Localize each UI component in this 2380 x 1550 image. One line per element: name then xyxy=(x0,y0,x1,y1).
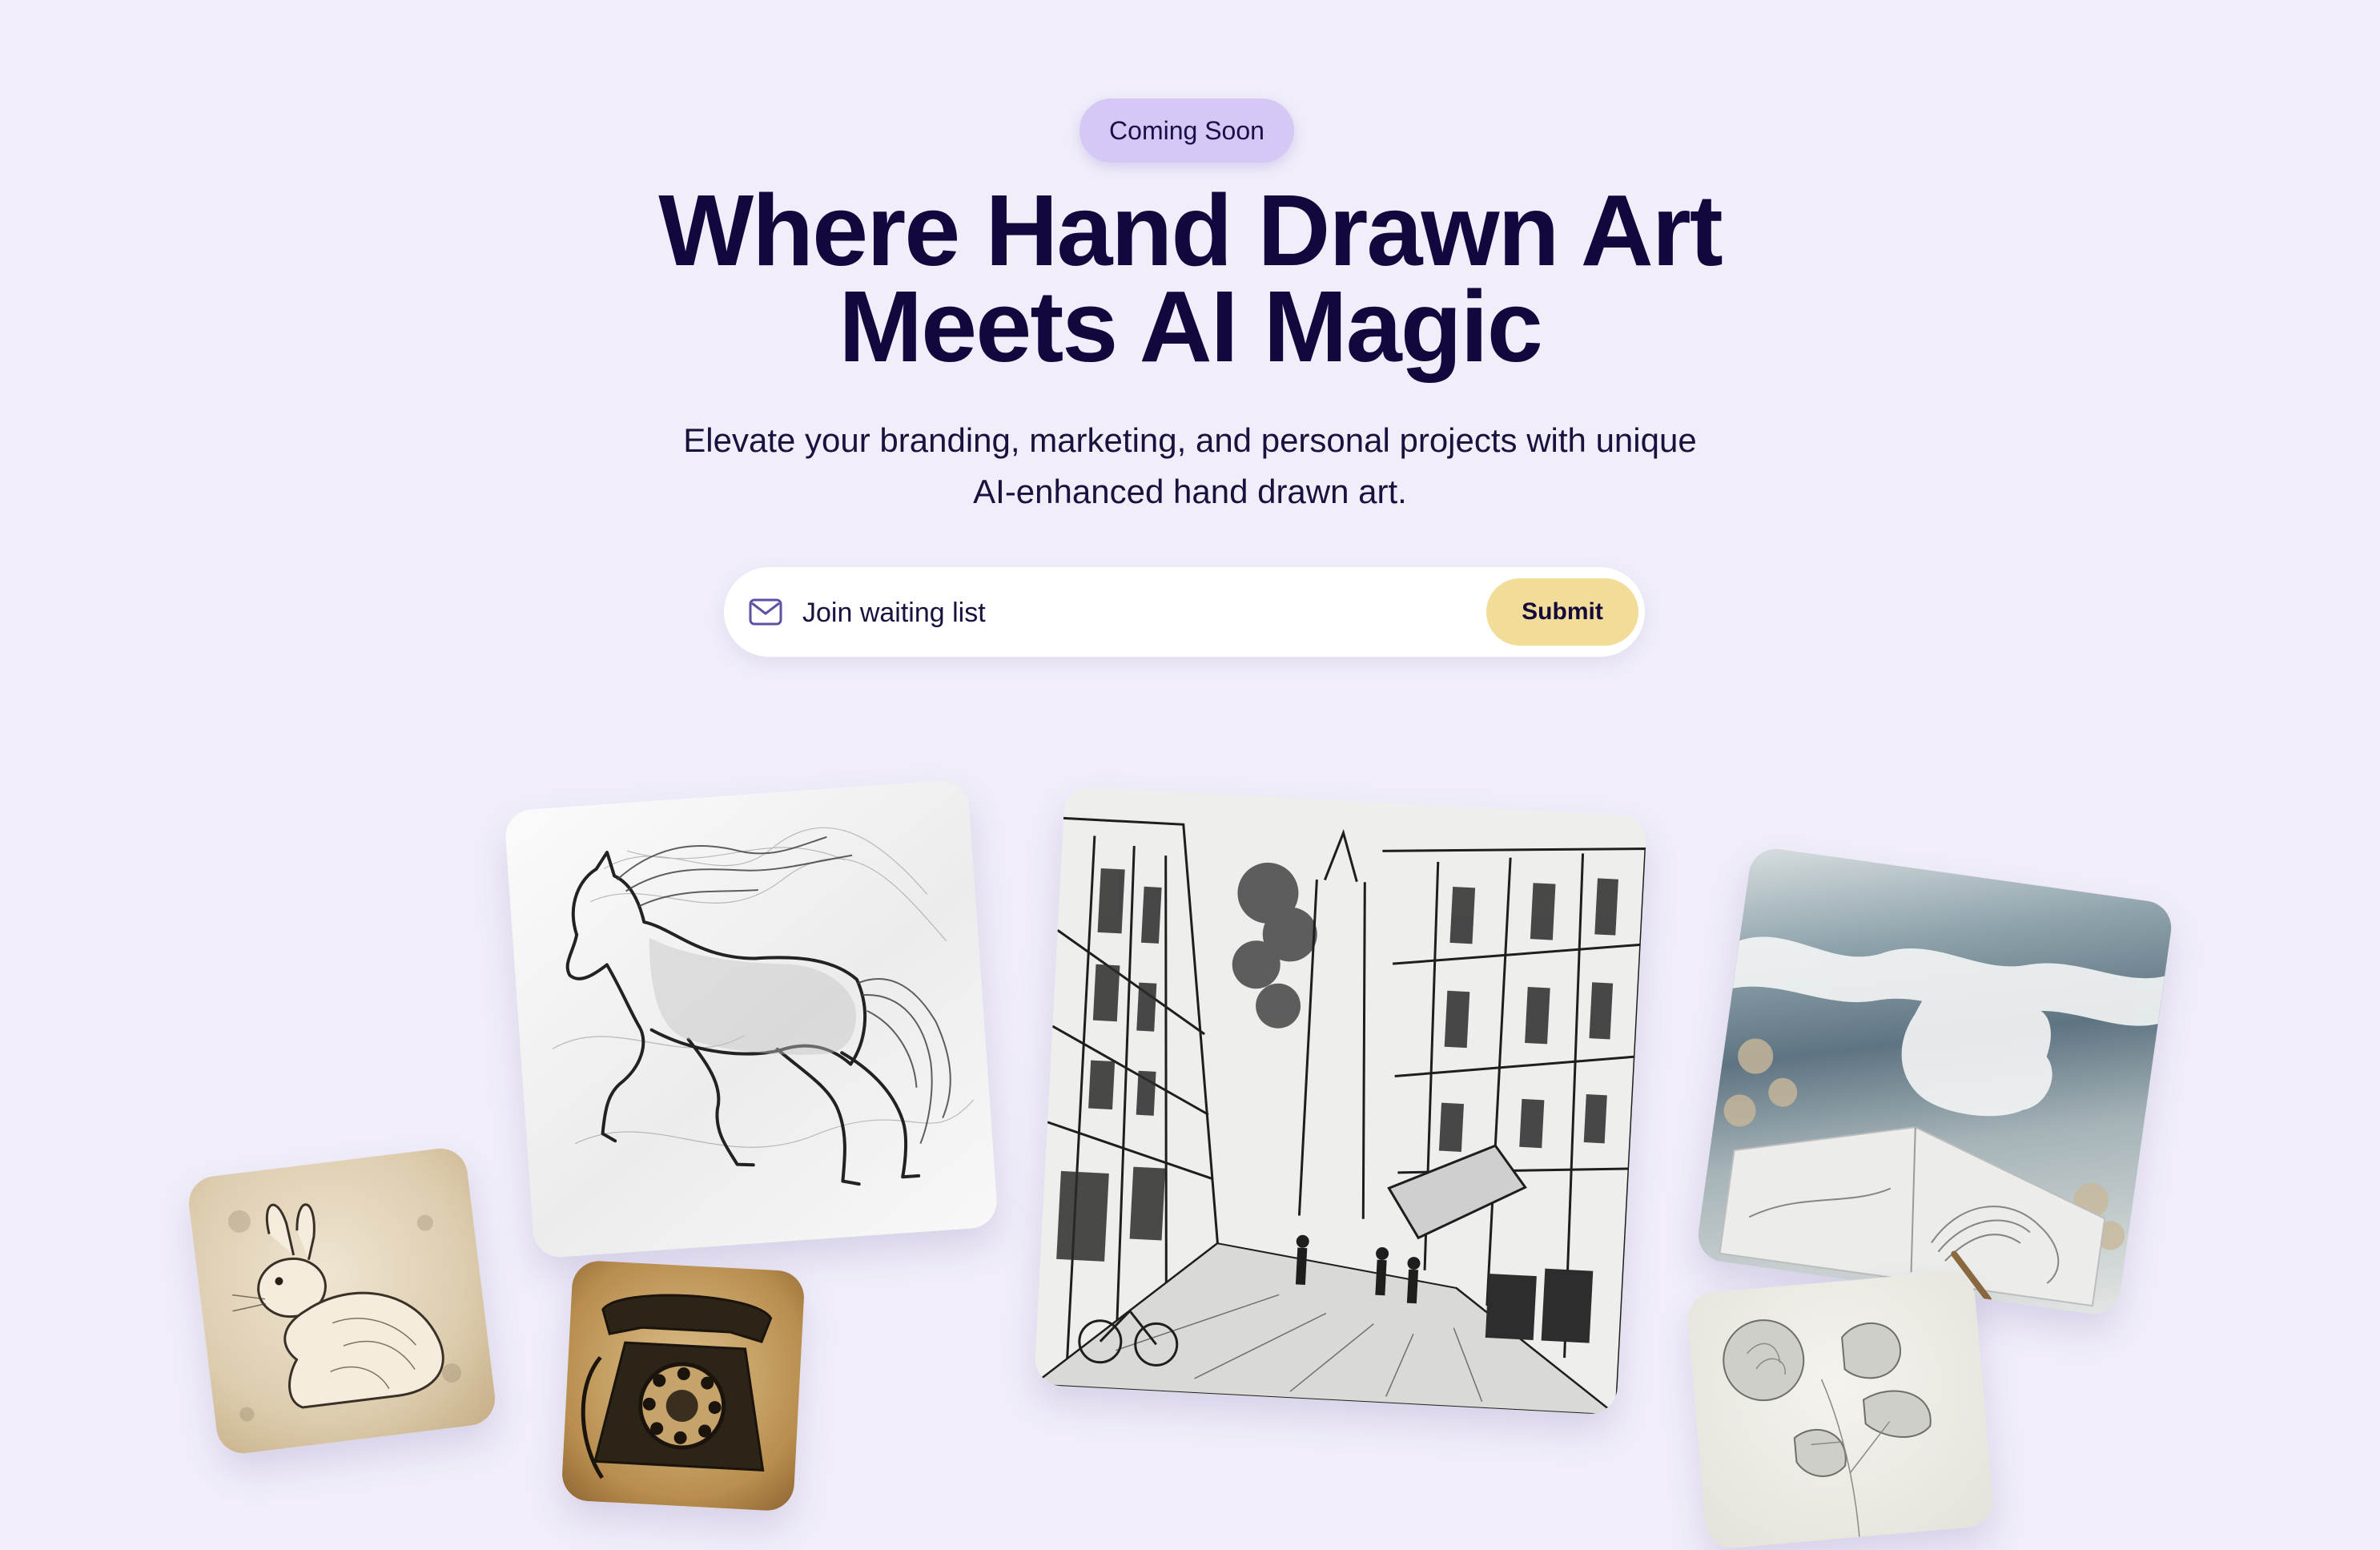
waitlist-email-input[interactable] xyxy=(801,586,1397,639)
ocean-wave-image xyxy=(1719,936,2165,1307)
street-sketch-image xyxy=(1033,786,1648,1415)
rose-sketch-image xyxy=(1723,1319,1932,1537)
waitlist-form: Submit xyxy=(724,567,1645,657)
rabbit-sketch-image xyxy=(227,1203,461,1422)
page-subtitle: Elevate your branding, marketing, and pe… xyxy=(629,415,1751,517)
submit-button[interactable]: Submit xyxy=(1486,578,1638,646)
coming-soon-badge: Coming Soon xyxy=(1079,99,1294,163)
gallery-card-rose[interactable] xyxy=(1685,1269,1996,1550)
gallery-card-street[interactable] xyxy=(1033,786,1648,1415)
subtitle-line-2: AI-enhanced hand drawn art. xyxy=(973,473,1407,510)
telephone-sketch-image xyxy=(581,1294,773,1480)
gallery-card-telephone[interactable] xyxy=(561,1259,806,1512)
title-line-2: Meets AI Magic xyxy=(838,270,1543,383)
gallery-card-wave[interactable] xyxy=(1695,845,2175,1318)
subtitle-line-1: Elevate your branding, marketing, and pe… xyxy=(683,421,1697,459)
horse-sketch-image xyxy=(552,827,975,1186)
mail-icon xyxy=(748,596,783,628)
page-title: Where Hand Drawn Art Meets AI Magic xyxy=(549,180,1831,377)
gallery-card-horse[interactable] xyxy=(504,779,999,1259)
gallery-card-rabbit[interactable] xyxy=(186,1145,498,1457)
